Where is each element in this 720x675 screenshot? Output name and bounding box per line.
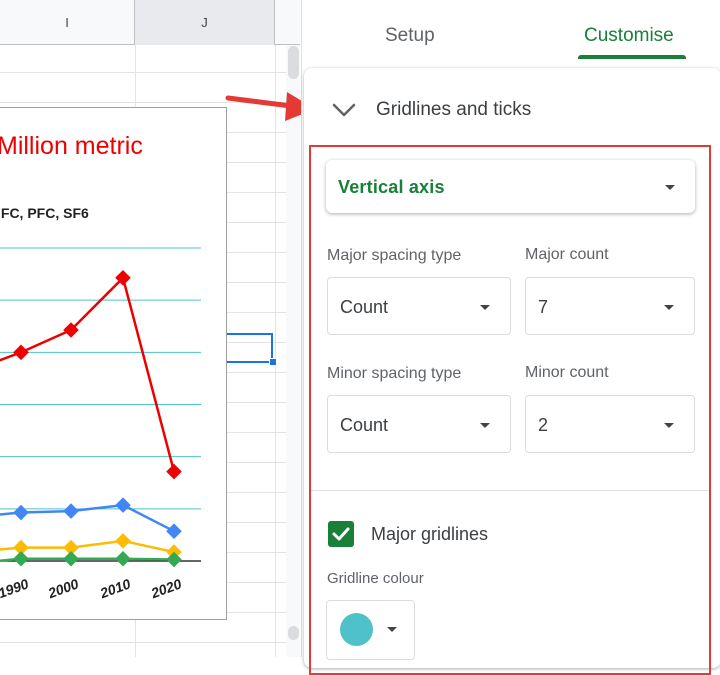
major-spacing-type-dropdown[interactable]: Count — [327, 277, 511, 335]
major-spacing-type-label: Major spacing type — [327, 247, 462, 264]
tab-bar: Setup Customise — [302, 0, 720, 62]
chevron-down-icon — [332, 103, 356, 117]
gridlines-ticks-section-header[interactable]: Gridlines and ticks — [302, 82, 720, 138]
column-headers: I J — [0, 0, 300, 45]
minor-spacing-type-dropdown[interactable]: Count — [327, 395, 511, 453]
line-chart-plot: 1990 2000 2010 2020 — [0, 247, 201, 601]
x-tick-label: 2020 — [148, 575, 184, 601]
embedded-chart[interactable]: Million metric IFC, PFC, SF6 1990 2000 201… — [0, 107, 227, 620]
colour-swatch — [340, 613, 373, 646]
axis-selector-value: Vertical axis — [338, 177, 445, 197]
minor-count-value: 2 — [538, 415, 549, 435]
data-point — [13, 550, 29, 567]
axis-selector-dropdown[interactable]: Vertical axis — [326, 160, 695, 213]
data-point — [63, 503, 79, 519]
major-count-value: 7 — [538, 297, 549, 317]
x-tick-label: 2010 — [97, 575, 133, 601]
minor-spacing-type-label: Minor spacing type — [327, 365, 462, 382]
scrollbar-thumb[interactable] — [288, 46, 299, 79]
selected-cell[interactable] — [227, 333, 273, 363]
data-point — [13, 504, 29, 521]
data-point — [115, 497, 131, 513]
major-gridlines-label: Major gridlines — [371, 524, 489, 544]
tab-customise[interactable]: Customise — [584, 25, 674, 47]
column-header-j[interactable]: J — [135, 0, 275, 45]
data-point — [13, 344, 29, 361]
column-line — [275, 45, 276, 657]
x-tick-label: 2000 — [45, 575, 81, 601]
dropdown-arrow-icon — [480, 305, 490, 310]
data-point — [166, 523, 182, 539]
minor-count-label: Minor count — [525, 364, 609, 381]
gridline-colour-picker[interactable] — [326, 600, 415, 660]
section-divider — [311, 490, 709, 491]
row-line — [0, 642, 300, 643]
series-line — [0, 275, 176, 472]
major-count-label: Major count — [525, 246, 609, 263]
gridline-colour-label: Gridline colour — [327, 570, 424, 587]
data-point — [115, 550, 131, 567]
major-count-dropdown[interactable]: 7 — [525, 277, 695, 335]
tab-setup[interactable]: Setup — [385, 25, 435, 47]
dropdown-arrow-icon — [665, 185, 675, 190]
scrollbar-thumb-bottom[interactable] — [288, 626, 299, 640]
minor-count-dropdown[interactable]: 2 — [525, 395, 695, 453]
row-line — [0, 72, 300, 73]
dropdown-arrow-icon — [664, 305, 674, 310]
dropdown-arrow-icon — [664, 423, 674, 428]
minor-spacing-type-value: Count — [340, 415, 389, 435]
data-point — [115, 533, 131, 549]
column-header-i[interactable]: I — [0, 0, 135, 45]
major-gridlines-checkbox[interactable] — [328, 521, 354, 547]
active-tab-indicator — [578, 55, 686, 59]
dropdown-arrow-icon — [387, 627, 397, 632]
dropdown-arrow-icon — [480, 423, 490, 428]
data-point — [63, 550, 79, 567]
chart-editor-panel: Setup Customise Gridlines and ticks Vert… — [301, 0, 720, 675]
x-tick-label: 1990 — [0, 575, 31, 601]
vertical-scrollbar[interactable] — [286, 45, 300, 657]
data-point — [166, 463, 182, 480]
check-icon — [332, 527, 350, 541]
fill-handle[interactable] — [269, 358, 277, 366]
major-spacing-type-value: Count — [340, 297, 389, 317]
section-title: Gridlines and ticks — [376, 99, 532, 120]
